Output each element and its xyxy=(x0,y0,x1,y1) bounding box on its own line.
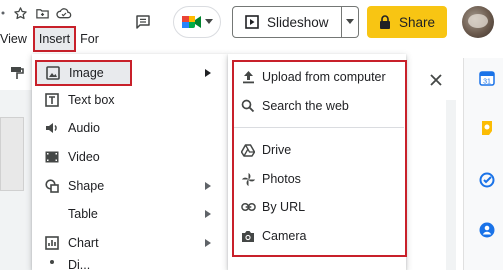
slideshow-button[interactable]: Slideshow xyxy=(232,6,342,38)
audio-icon xyxy=(44,120,60,136)
shape-icon xyxy=(44,178,60,194)
chart-icon xyxy=(44,235,60,251)
menu-item-label: Shape xyxy=(68,179,105,193)
avatar[interactable] xyxy=(462,6,494,38)
meet-icon xyxy=(181,13,203,31)
lock-icon xyxy=(379,15,391,29)
menu-item-label: Video xyxy=(68,150,100,164)
submenu-highlight-box xyxy=(232,60,407,257)
video-icon xyxy=(44,149,60,165)
meet-caret-icon xyxy=(205,19,213,25)
chevron-down-icon xyxy=(345,19,354,25)
menu-item-label: Image xyxy=(69,66,104,80)
right-side-rail xyxy=(463,58,503,270)
menu-item-diagram[interactable]: Di... xyxy=(32,258,228,270)
submenu-arrow-icon xyxy=(205,182,213,190)
menu-item-label: Table xyxy=(68,207,98,221)
comment-history-button[interactable] xyxy=(132,11,154,33)
text-box-icon xyxy=(44,92,60,108)
menu-format[interactable]: For xyxy=(76,29,103,49)
submenu-arrow-icon xyxy=(205,210,213,218)
star-icon[interactable] xyxy=(12,5,28,21)
menu-item-label: Chart xyxy=(68,236,99,250)
meet-button[interactable] xyxy=(173,6,221,38)
svg-text:31: 31 xyxy=(483,79,491,86)
tasks-icon[interactable] xyxy=(479,172,495,188)
menu-item-shape[interactable]: Shape xyxy=(32,173,228,199)
menu-bar: View Insert For xyxy=(0,26,103,52)
menu-item-label: Text box xyxy=(68,93,115,107)
title-icons xyxy=(0,4,72,22)
panel-scrollbar[interactable] xyxy=(446,100,456,270)
menu-item-audio[interactable]: Audio xyxy=(32,115,228,141)
menu-insert[interactable]: Insert xyxy=(32,26,77,52)
submenu-arrow-icon xyxy=(205,69,213,77)
menu-view[interactable]: View xyxy=(0,29,33,49)
slideshow-label: Slideshow xyxy=(267,14,329,30)
top-bar: View Insert For Slideshow Share xyxy=(0,0,503,58)
submenu-arrow-icon xyxy=(205,239,213,247)
move-to-folder-icon[interactable] xyxy=(34,5,50,21)
diagram-icon xyxy=(44,258,60,270)
slideshow-options-button[interactable] xyxy=(341,6,359,38)
keep-icon[interactable] xyxy=(479,120,495,136)
share-label: Share xyxy=(398,14,436,30)
menu-item-chart[interactable]: Chart xyxy=(32,230,228,256)
cloud-icon[interactable] xyxy=(56,5,72,21)
share-button[interactable]: Share xyxy=(367,6,447,38)
dot-icon xyxy=(0,5,6,21)
slideshow-icon xyxy=(245,15,259,29)
image-icon xyxy=(45,65,61,81)
menu-item-label: Audio xyxy=(68,121,100,135)
slide-thumbnail[interactable] xyxy=(0,117,24,191)
menu-item-text-box[interactable]: Text box xyxy=(32,87,228,113)
paint-format-icon[interactable] xyxy=(10,66,24,80)
menu-item-label: Di... xyxy=(68,258,91,270)
calendar-icon[interactable]: 31 xyxy=(479,70,495,86)
menu-item-table[interactable]: Table xyxy=(32,201,228,227)
menu-item-image[interactable]: Image xyxy=(35,60,132,86)
menu-item-video[interactable]: Video xyxy=(32,144,228,170)
close-icon[interactable] xyxy=(428,72,444,88)
contacts-icon[interactable] xyxy=(479,222,495,238)
comment-icon xyxy=(134,13,152,31)
